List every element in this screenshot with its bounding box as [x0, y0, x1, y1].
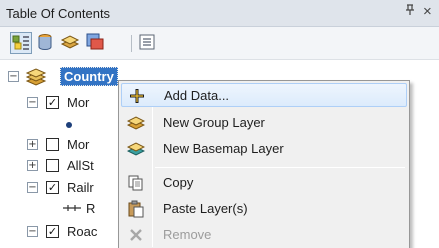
- menu-item-new-basemap-layer[interactable]: New Basemap Layer: [121, 137, 407, 161]
- tree-item-label: Roac: [67, 224, 98, 239]
- context-menu: Add Data... New Group Layer New Basemap …: [118, 80, 410, 248]
- menu-item-label: New Group Layer: [163, 115, 265, 130]
- toolbar-separator: [131, 35, 132, 52]
- basemap-layer-icon: [126, 140, 146, 158]
- options-icon: [139, 34, 155, 50]
- tree-item-layer[interactable]: − ✓ Roac: [0, 222, 120, 243]
- list-by-source-button[interactable]: [35, 32, 57, 54]
- legend-label: R: [86, 201, 96, 216]
- selection-icon: [86, 33, 104, 50]
- list-by-selection-button[interactable]: [85, 32, 107, 54]
- collapse-toggle[interactable]: −: [27, 226, 38, 237]
- layer-visibility-checkbox[interactable]: ✓: [46, 96, 59, 109]
- group-layer-icon: [126, 114, 146, 132]
- close-icon[interactable]: ×: [423, 3, 432, 20]
- collapse-toggle[interactable]: −: [27, 97, 38, 108]
- list-by-visibility-button[interactable]: [60, 32, 82, 54]
- tree-item-label: Mor: [67, 137, 90, 152]
- database-icon: [38, 34, 52, 51]
- tree-item-layer[interactable]: − ✓ Mor: [0, 93, 120, 114]
- layer-visibility-checkbox[interactable]: [46, 159, 59, 172]
- point-symbol-icon: [66, 122, 72, 128]
- layer-visibility-checkbox[interactable]: ✓: [46, 225, 59, 238]
- add-data-icon: [128, 87, 146, 105]
- rail-line-symbol-icon: [62, 202, 82, 216]
- menu-item-remove[interactable]: Remove: [121, 223, 407, 247]
- pin-icon[interactable]: [405, 4, 415, 19]
- tree-item-label: Mor: [67, 95, 90, 110]
- menu-item-label: Paste Layer(s): [163, 201, 248, 216]
- expand-toggle[interactable]: +: [27, 139, 38, 150]
- menu-item-label: New Basemap Layer: [163, 141, 284, 156]
- collapse-toggle[interactable]: −: [27, 182, 38, 193]
- menu-item-add-data[interactable]: Add Data...: [121, 83, 407, 107]
- options-button[interactable]: [137, 32, 159, 54]
- toc-toolbar: [0, 27, 439, 60]
- panel-title: Table Of Contents: [6, 6, 111, 21]
- list-by-drawing-order-icon: [12, 35, 29, 50]
- menu-item-copy[interactable]: Copy: [121, 171, 407, 195]
- tree-item-layer[interactable]: − ✓ Railr: [0, 178, 120, 199]
- layer-visibility-checkbox[interactable]: [46, 138, 59, 151]
- paste-icon: [127, 200, 145, 218]
- layers-icon: [60, 35, 80, 49]
- copy-icon: [127, 174, 145, 192]
- menu-item-label: Add Data...: [164, 88, 230, 103]
- tree-item-label: Country: [60, 67, 118, 86]
- collapse-toggle[interactable]: −: [8, 71, 19, 82]
- toc-titlebar: Table Of Contents ×: [0, 0, 439, 27]
- tree-item-label: AllSt: [67, 158, 94, 173]
- layer-visibility-checkbox[interactable]: ✓: [46, 181, 59, 194]
- expand-toggle[interactable]: +: [27, 160, 38, 171]
- menu-item-label: Copy: [163, 175, 194, 190]
- legend-symbol-row: [0, 114, 120, 135]
- tree-item-label: Railr: [67, 180, 94, 195]
- tree-item-layer[interactable]: + Mor: [0, 135, 120, 156]
- data-frame-icon: [25, 68, 47, 89]
- list-by-drawing-order-button[interactable]: [10, 32, 32, 54]
- menu-item-new-group-layer[interactable]: New Group Layer: [121, 111, 407, 135]
- legend-symbol-row: R: [0, 199, 120, 220]
- remove-icon: [127, 226, 145, 244]
- menu-separator: [155, 167, 405, 168]
- menu-item-paste-layers[interactable]: Paste Layer(s): [121, 197, 407, 221]
- menu-item-label: Remove: [163, 227, 212, 242]
- tree-item-layer[interactable]: + AllSt: [0, 156, 120, 177]
